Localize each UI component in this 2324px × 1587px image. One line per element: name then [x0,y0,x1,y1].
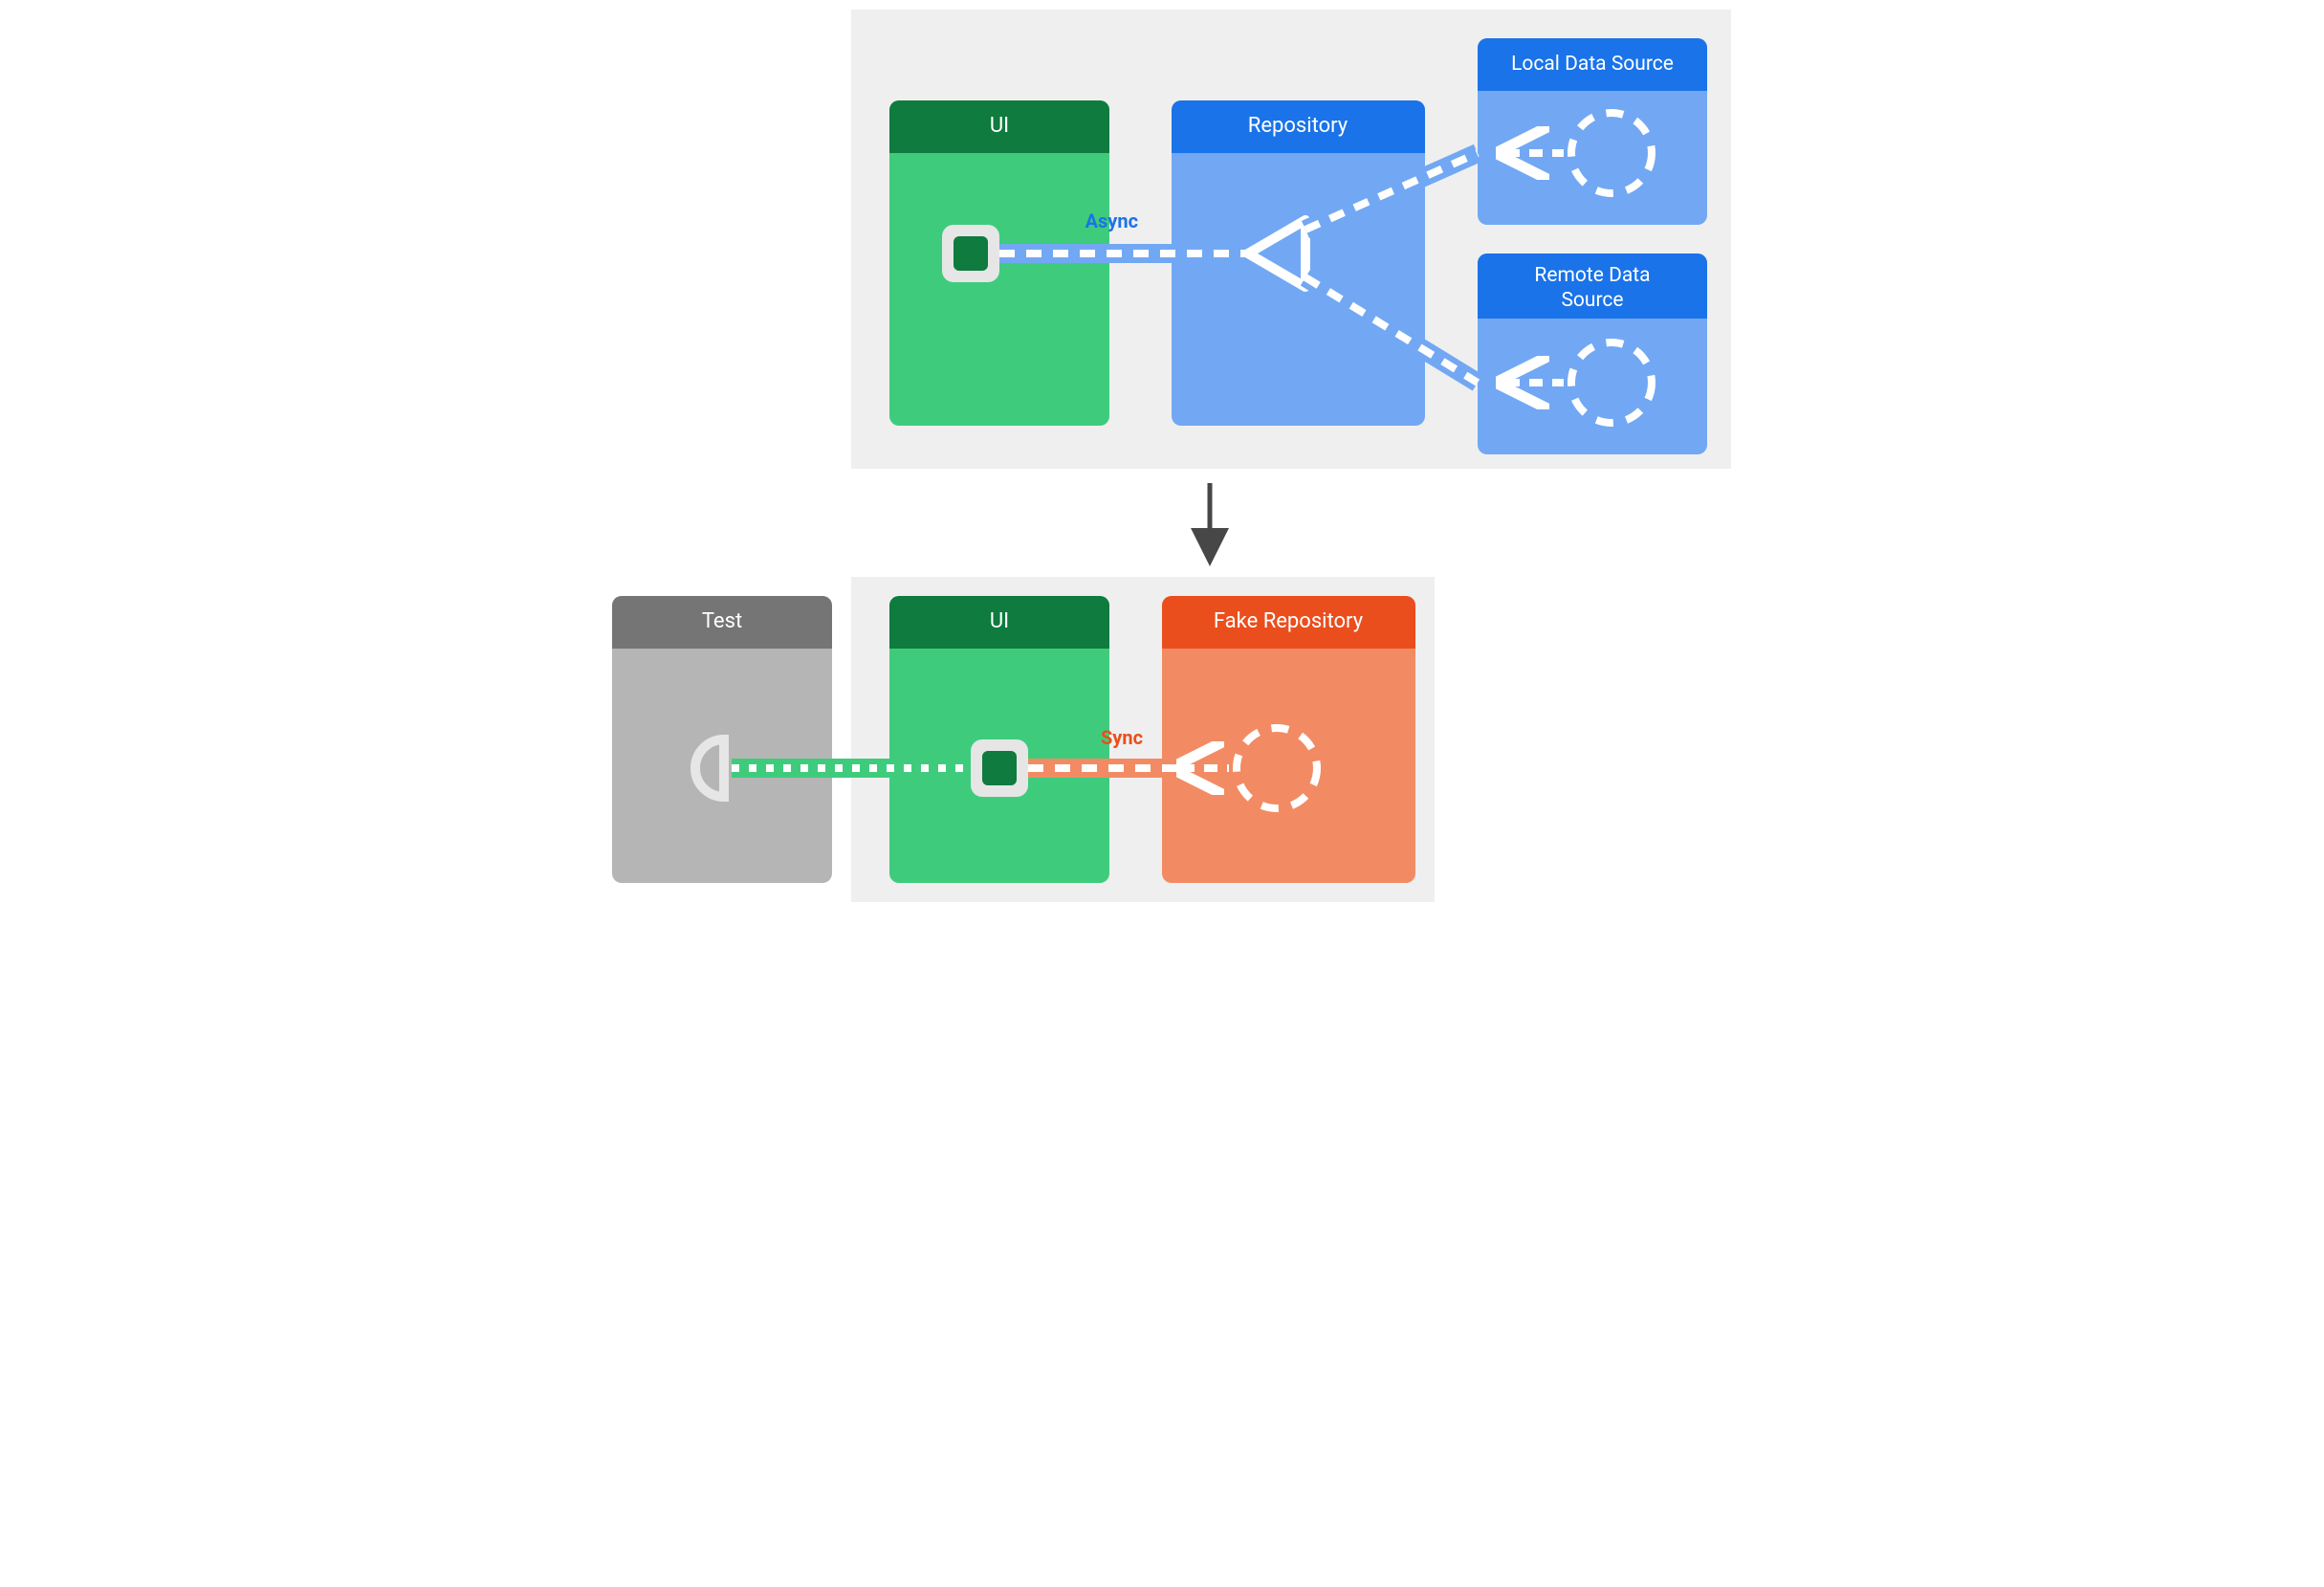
architecture-diagram: UI Repository Local Data Source Remote D… [512,0,1812,918]
test-box: Test [612,596,832,883]
local-data-source-title: Local Data Source [1511,53,1674,76]
local-data-source-box: Local Data Source [1478,38,1707,225]
async-label: Async [1085,209,1138,232]
sync-label: Sync [1101,726,1143,749]
remote-data-source-title-1: Remote Data [1534,264,1650,287]
fake-repository-title: Fake Repository [1214,609,1364,633]
remote-data-source-title-2: Source [1561,289,1623,312]
fake-repository-box: Fake Repository [1162,596,1415,883]
test-box-title: Test [702,609,742,633]
ui-box-bottom: UI [889,596,1109,883]
ui-box-bottom-title: UI [990,609,1009,633]
remote-data-source-box: Remote Data Source [1478,253,1707,454]
ui-box-top-title: UI [990,114,1009,138]
repository-box-title: Repository [1248,114,1348,138]
